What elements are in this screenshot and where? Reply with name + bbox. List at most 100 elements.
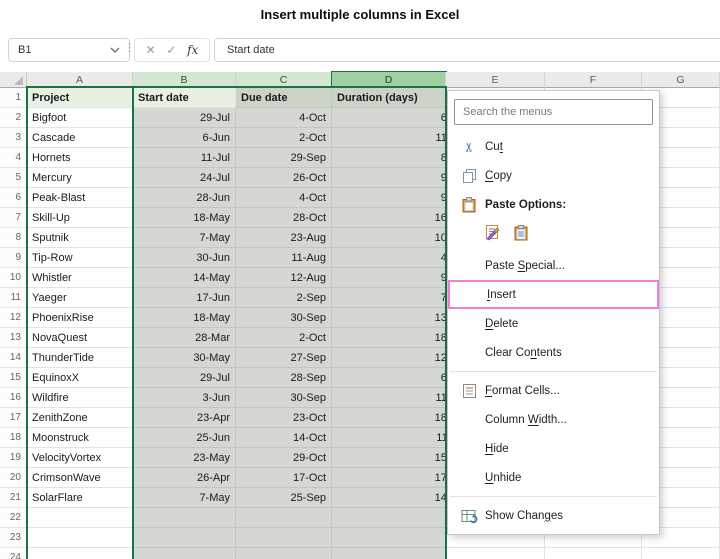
cell-B8[interactable]: 7-May xyxy=(133,228,236,248)
cell-D7[interactable]: 163 xyxy=(332,208,446,228)
cell-D11[interactable]: 77 xyxy=(332,288,446,308)
cell-B4[interactable]: 11-Jul xyxy=(133,148,236,168)
cell-D9[interactable]: 42 xyxy=(332,248,446,268)
row-header-8[interactable]: 8 xyxy=(0,228,27,248)
cell-D10[interactable]: 90 xyxy=(332,268,446,288)
cell-C16[interactable]: 30-Sep xyxy=(236,388,332,408)
menu-item-unhide[interactable]: Unhide xyxy=(448,463,659,492)
row-header-16[interactable]: 16 xyxy=(0,388,27,408)
cell-C7[interactable]: 28-Oct xyxy=(236,208,332,228)
cell-B23[interactable] xyxy=(133,528,236,548)
cell-C9[interactable]: 11-Aug xyxy=(236,248,332,268)
cell-D18[interactable]: 111 xyxy=(332,428,446,448)
row-header-14[interactable]: 14 xyxy=(0,348,27,368)
cell-D14[interactable]: 120 xyxy=(332,348,446,368)
cell-B9[interactable]: 30-Jun xyxy=(133,248,236,268)
cell-D8[interactable]: 108 xyxy=(332,228,446,248)
cell-B15[interactable]: 29-Jul xyxy=(133,368,236,388)
row-header-17[interactable]: 17 xyxy=(0,408,27,428)
cell-A5[interactable]: Mercury xyxy=(27,168,133,188)
column-header-G[interactable]: G xyxy=(642,72,720,88)
menu-item-format-cells[interactable]: Format Cells... xyxy=(448,376,659,405)
row-header-2[interactable]: 2 xyxy=(0,108,27,128)
cell-B24[interactable] xyxy=(133,548,236,559)
paste-formatting-icon[interactable] xyxy=(485,224,502,246)
row-header-13[interactable]: 13 xyxy=(0,328,27,348)
cell-C2[interactable]: 4-Oct xyxy=(236,108,332,128)
menu-search-box[interactable] xyxy=(454,99,653,125)
cell-C19[interactable]: 29-Oct xyxy=(236,448,332,468)
cell-C10[interactable]: 12-Aug xyxy=(236,268,332,288)
row-header-23[interactable]: 23 xyxy=(0,528,27,548)
cell-B18[interactable]: 25-Jun xyxy=(133,428,236,448)
cell-D22[interactable] xyxy=(332,508,446,528)
cell-A13[interactable]: NovaQuest xyxy=(27,328,133,348)
cell-A8[interactable]: Sputnik xyxy=(27,228,133,248)
cell-A1[interactable]: Project xyxy=(27,88,133,108)
cell-D17[interactable]: 183 xyxy=(332,408,446,428)
cell-C13[interactable]: 2-Oct xyxy=(236,328,332,348)
cell-A12[interactable]: PhoenixRise xyxy=(27,308,133,328)
cell-B2[interactable]: 29-Jul xyxy=(133,108,236,128)
formula-input[interactable]: Start date xyxy=(214,38,720,62)
chevron-down-icon[interactable] xyxy=(110,47,120,53)
menu-item-cut[interactable]: ✂Cut xyxy=(448,132,659,161)
cell-B3[interactable]: 6-Jun xyxy=(133,128,236,148)
cell-B13[interactable]: 28-Mar xyxy=(133,328,236,348)
row-header-22[interactable]: 22 xyxy=(0,508,27,528)
cell-B20[interactable]: 26-Apr xyxy=(133,468,236,488)
cell-A18[interactable]: Moonstruck xyxy=(27,428,133,448)
name-box[interactable]: B1 xyxy=(8,38,130,62)
cell-A20[interactable]: CrimsonWave xyxy=(27,468,133,488)
row-header-15[interactable]: 15 xyxy=(0,368,27,388)
cell-A15[interactable]: EquinoxX xyxy=(27,368,133,388)
row-header-6[interactable]: 6 xyxy=(0,188,27,208)
column-header-F[interactable]: F xyxy=(545,72,642,88)
cell-A21[interactable]: SolarFlare xyxy=(27,488,133,508)
cell-C20[interactable]: 17-Oct xyxy=(236,468,332,488)
menu-item-delete[interactable]: Delete xyxy=(448,309,659,338)
cell-A14[interactable]: ThunderTide xyxy=(27,348,133,368)
row-header-7[interactable]: 7 xyxy=(0,208,27,228)
cell-C1[interactable]: Due date xyxy=(236,88,332,108)
cell-B14[interactable]: 30-May xyxy=(133,348,236,368)
cell-B6[interactable]: 28-Jun xyxy=(133,188,236,208)
cell-D6[interactable]: 98 xyxy=(332,188,446,208)
cell-A24[interactable] xyxy=(27,548,133,559)
cell-G24[interactable] xyxy=(642,548,720,559)
cell-A16[interactable]: Wildfire xyxy=(27,388,133,408)
cell-C6[interactable]: 4-Oct xyxy=(236,188,332,208)
cell-C18[interactable]: 14-Oct xyxy=(236,428,332,448)
cell-D23[interactable] xyxy=(332,528,446,548)
cell-B17[interactable]: 23-Apr xyxy=(133,408,236,428)
menu-item-insert[interactable]: Insert xyxy=(448,280,659,309)
cell-C17[interactable]: 23-Oct xyxy=(236,408,332,428)
cell-D4[interactable]: 80 xyxy=(332,148,446,168)
cell-A10[interactable]: Whistler xyxy=(27,268,133,288)
row-header-18[interactable]: 18 xyxy=(0,428,27,448)
select-all-corner[interactable] xyxy=(0,72,27,88)
cell-C14[interactable]: 27-Sep xyxy=(236,348,332,368)
cell-B10[interactable]: 14-May xyxy=(133,268,236,288)
cell-D3[interactable]: 118 xyxy=(332,128,446,148)
insert-function-icon[interactable]: fx xyxy=(187,43,198,57)
cell-C8[interactable]: 23-Aug xyxy=(236,228,332,248)
cell-B1[interactable]: Start date xyxy=(133,88,236,108)
cell-B22[interactable] xyxy=(133,508,236,528)
cell-A22[interactable] xyxy=(27,508,133,528)
cell-F24[interactable] xyxy=(545,548,642,559)
cell-B7[interactable]: 18-May xyxy=(133,208,236,228)
cell-B12[interactable]: 18-May xyxy=(133,308,236,328)
row-header-24[interactable]: 24 xyxy=(0,548,27,559)
menu-item-paste-special[interactable]: Paste Special... xyxy=(448,251,659,280)
cell-D20[interactable]: 174 xyxy=(332,468,446,488)
row-header-9[interactable]: 9 xyxy=(0,248,27,268)
cell-C3[interactable]: 2-Oct xyxy=(236,128,332,148)
menu-item-hide[interactable]: Hide xyxy=(448,434,659,463)
row-header-4[interactable]: 4 xyxy=(0,148,27,168)
cell-C12[interactable]: 30-Sep xyxy=(236,308,332,328)
cell-C24[interactable] xyxy=(236,548,332,559)
cell-A7[interactable]: Skill-Up xyxy=(27,208,133,228)
row-header-20[interactable]: 20 xyxy=(0,468,27,488)
cell-C11[interactable]: 2-Sep xyxy=(236,288,332,308)
